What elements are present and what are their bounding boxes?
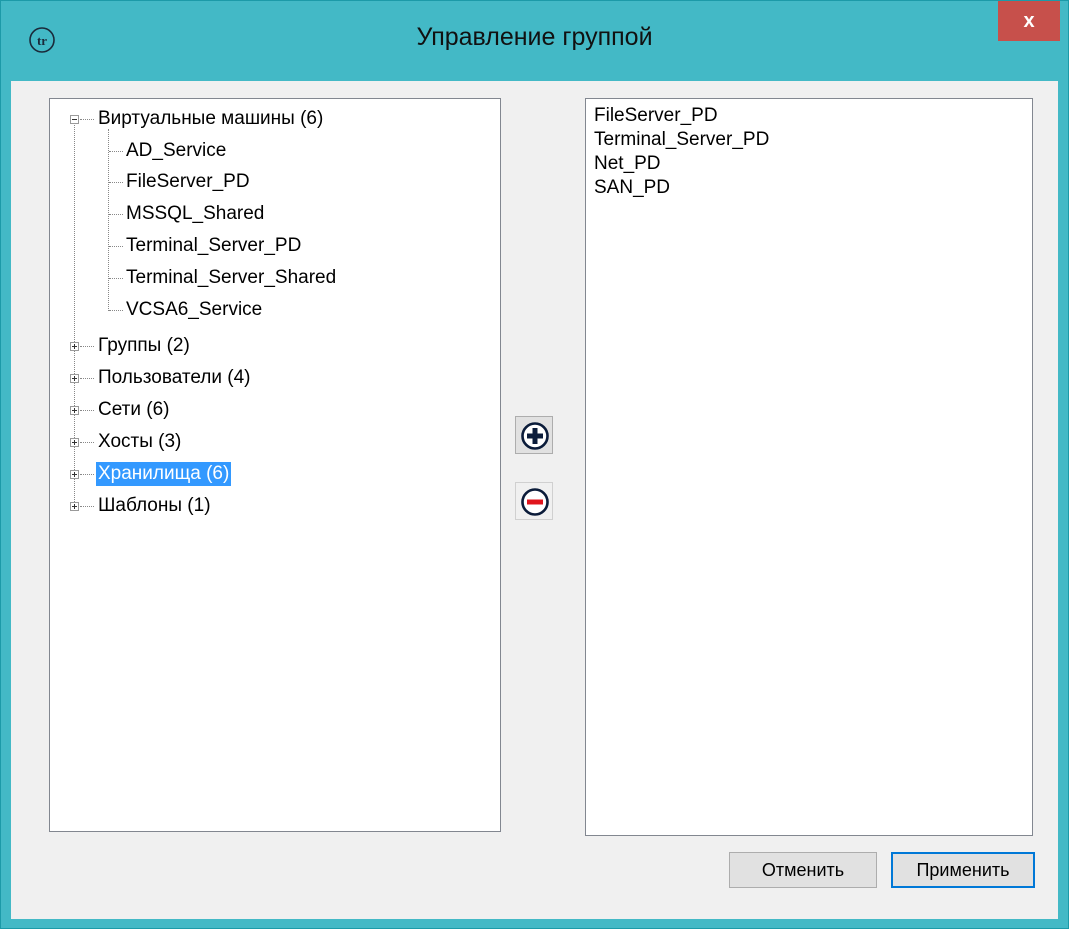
- tree-node-hosts[interactable]: Хосты (3): [98, 430, 181, 454]
- cancel-button[interactable]: Отменить: [729, 852, 877, 888]
- remove-from-group-button[interactable]: [515, 482, 553, 520]
- tree-node-virtual-machines[interactable]: Виртуальные машины (6): [98, 107, 323, 131]
- expand-toggle-icon[interactable]: [70, 502, 79, 511]
- tree-node-templates[interactable]: Шаблоны (1): [98, 494, 211, 518]
- tree-leaf-vm[interactable]: Terminal_Server_PD: [126, 234, 301, 258]
- tree-connector-line: [80, 119, 94, 120]
- tree-connector-line: [109, 310, 123, 311]
- tree-connector-line: [109, 278, 123, 279]
- plus-circle-icon: [521, 422, 549, 450]
- list-item[interactable]: Terminal_Server_PD: [586, 128, 1032, 152]
- list-item[interactable]: SAN_PD: [586, 176, 1032, 200]
- tree-node-networks[interactable]: Сети (6): [98, 398, 169, 422]
- tree-connector-line: [80, 442, 94, 443]
- tree-leaf-vm[interactable]: AD_Service: [126, 139, 226, 163]
- window-title: Управление группой: [416, 23, 653, 51]
- tree-connector-line: [80, 410, 94, 411]
- group-management-window: tr Управление группой x Виртуальные маши…: [0, 0, 1069, 929]
- tree-connector-line: [108, 129, 109, 311]
- title-bar: tr Управление группой x: [1, 1, 1068, 81]
- tree-leaf-vm[interactable]: MSSQL_Shared: [126, 202, 264, 226]
- tree-connector-line: [109, 214, 123, 215]
- close-button[interactable]: x: [998, 1, 1060, 41]
- group-members-list[interactable]: FileServer_PD Terminal_Server_PD Net_PD …: [585, 98, 1033, 836]
- tree-leaf-vm[interactable]: Terminal_Server_Shared: [126, 266, 336, 290]
- list-item[interactable]: Net_PD: [586, 152, 1032, 176]
- tree-leaf-vm[interactable]: VCSA6_Service: [126, 298, 262, 322]
- minus-circle-icon: [521, 488, 549, 516]
- tree-connector-line: [80, 378, 94, 379]
- tree-connector-line: [74, 119, 75, 510]
- expand-toggle-icon[interactable]: [70, 438, 79, 447]
- tree-node-users[interactable]: Пользователи (4): [98, 366, 251, 390]
- tree-connector-line: [80, 474, 94, 475]
- tree-connector-line: [109, 246, 123, 247]
- tree-leaf-vm[interactable]: FileServer_PD: [126, 170, 250, 194]
- dialog-body: Виртуальные машины (6) AD_Service FileSe…: [11, 81, 1058, 919]
- collapse-toggle-icon[interactable]: [70, 115, 79, 124]
- source-tree[interactable]: Виртуальные машины (6) AD_Service FileSe…: [49, 98, 501, 832]
- expand-toggle-icon[interactable]: [70, 470, 79, 479]
- tree-node-groups[interactable]: Группы (2): [98, 334, 190, 358]
- tree-connector-line: [109, 151, 123, 152]
- list-item[interactable]: FileServer_PD: [586, 104, 1032, 128]
- tree-connector-line: [109, 182, 123, 183]
- tree-connector-line: [80, 506, 94, 507]
- expand-toggle-icon[interactable]: [70, 406, 79, 415]
- expand-toggle-icon[interactable]: [70, 374, 79, 383]
- add-to-group-button[interactable]: [515, 416, 553, 454]
- apply-button[interactable]: Применить: [891, 852, 1035, 888]
- tree-connector-line: [80, 346, 94, 347]
- expand-toggle-icon[interactable]: [70, 342, 79, 351]
- members-container: FileServer_PD Terminal_Server_PD Net_PD …: [586, 99, 1032, 200]
- tree-node-storage-selected[interactable]: Хранилища (6): [96, 462, 232, 486]
